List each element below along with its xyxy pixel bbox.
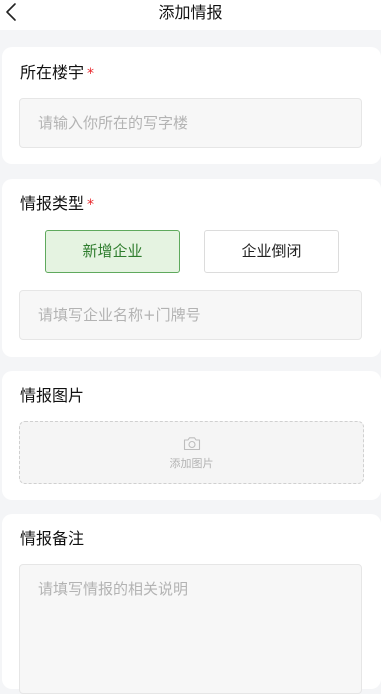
building-input[interactable]: 请输入你所在的写字楼: [19, 98, 362, 148]
notes-label: 情报备注: [20, 529, 85, 548]
building-card: 所在楼宇 * 请输入你所在的写字楼: [2, 47, 381, 164]
camera-icon: [183, 437, 201, 451]
photos-card: 情报图片 添加图片: [2, 371, 381, 500]
required-mark: *: [87, 197, 95, 213]
type-option-new-company[interactable]: 新增企业: [45, 230, 180, 273]
photos-label: 情报图片: [20, 386, 85, 405]
building-placeholder: 请输入你所在的写字楼: [38, 114, 189, 132]
required-mark: *: [87, 66, 95, 82]
add-photo-button[interactable]: 添加图片: [19, 421, 364, 484]
company-name-placeholder: 请填写企业名称+门牌号: [38, 306, 201, 324]
add-photo-label: 添加图片: [169, 457, 214, 470]
company-name-input[interactable]: 请填写企业名称+门牌号: [19, 290, 362, 340]
notes-card: 情报备注 请填写情报的相关说明: [2, 514, 381, 694]
intel-type-label-text: 情报类型: [20, 194, 85, 213]
notes-placeholder: 请填写情报的相关说明: [38, 580, 189, 598]
intel-type-card: 情报类型 * 新增企业 企业倒闭 请填写企业名称+门牌号: [2, 179, 381, 357]
building-label: 所在楼宇 *: [20, 62, 94, 85]
building-label-text: 所在楼宇: [20, 63, 85, 82]
page-title: 添加情报: [158, 3, 223, 22]
nav-bar: 添加情报: [0, 0, 381, 30]
type-option-company-closed[interactable]: 企业倒闭: [204, 230, 339, 273]
intel-type-label: 情报类型 *: [20, 193, 94, 216]
